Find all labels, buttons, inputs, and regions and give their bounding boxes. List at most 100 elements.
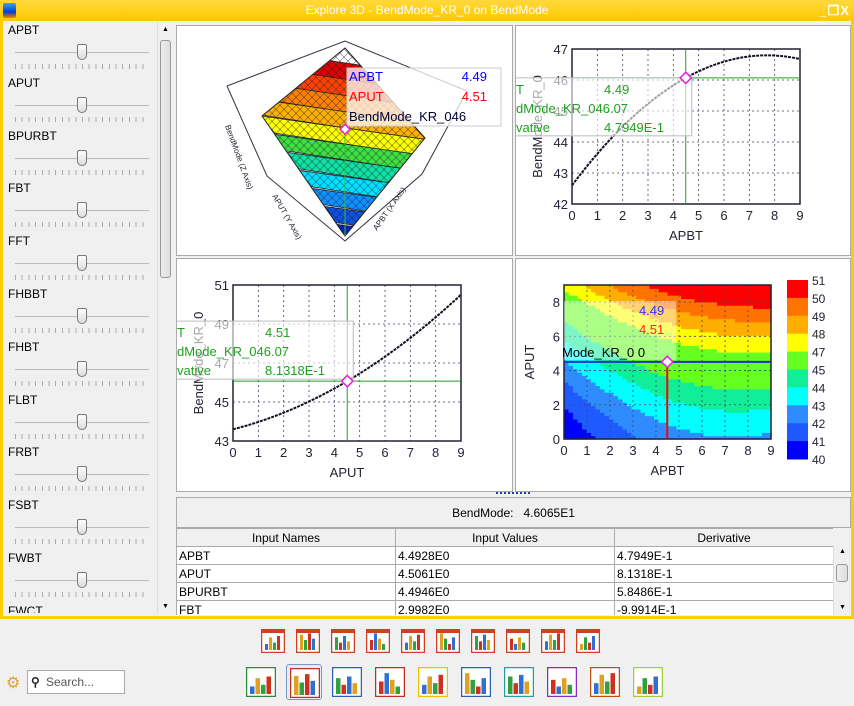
tooltip-name: T: [177, 325, 185, 340]
table-row[interactable]: APBT 4.4928E0 4.7949E-1: [176, 546, 833, 565]
slider-ticks: [15, 380, 149, 386]
band-chart-button[interactable]: [243, 664, 279, 700]
column-chart-button[interactable]: [458, 664, 494, 700]
mesh-line: [449, 26, 514, 257]
cell-input-name[interactable]: APUT: [176, 564, 396, 583]
icon-glyph: [438, 674, 443, 694]
distribution-button[interactable]: [329, 664, 365, 700]
slider-thumb[interactable]: [77, 572, 87, 588]
scatter-line-button[interactable]: [630, 664, 666, 700]
mesh-line: [177, 26, 215, 257]
bubble-cluster-button[interactable]: [501, 664, 537, 700]
icon-header: [331, 629, 355, 633]
boxplot-button[interactable]: [328, 626, 358, 656]
tooltip-value: 4.51: [265, 325, 290, 340]
slider-ticks: [15, 328, 149, 333]
table-scrollbar[interactable]: ▲ ▼: [833, 546, 850, 615]
area-chart-button[interactable]: [415, 664, 451, 700]
mesh-line: [177, 26, 231, 257]
summary-value: 4.6065E1: [523, 506, 575, 520]
icon-glyph: [390, 679, 395, 694]
icon-glyph: [518, 637, 521, 650]
col-derivative[interactable]: Derivative: [614, 528, 833, 547]
minimize-button[interactable]: _: [819, 3, 827, 18]
slider-thumb[interactable]: [77, 413, 87, 430]
search-placeholder: Search...: [46, 675, 95, 689]
aput-line-panel[interactable]: 01234567894345474951APUTBendMode_KR_0T4.…: [174, 258, 513, 492]
scroll-up-icon[interactable]: ▲: [839, 548, 846, 555]
x-tick-label: 9: [767, 443, 774, 458]
slider-thumb[interactable]: [77, 44, 87, 60]
scroll-up-icon[interactable]: ▲: [162, 26, 169, 33]
cell-input-value[interactable]: 4.4928E0: [395, 546, 615, 565]
search-input[interactable]: ⚲ Search...: [27, 670, 125, 694]
mesh-line: [262, 48, 272, 236]
slider-thumb[interactable]: [77, 519, 87, 536]
cell-input-value[interactable]: 4.4946E0: [395, 582, 615, 601]
heatmap-grid-button[interactable]: [258, 626, 288, 656]
slider-scrollbar[interactable]: ▲ ▼: [157, 22, 173, 614]
icon-glyph: [312, 638, 315, 650]
cell-input-value[interactable]: 2.9982E0: [395, 600, 615, 615]
scroll-down-icon[interactable]: ▼: [162, 603, 169, 610]
cell-derivative[interactable]: 8.1318E-1: [614, 564, 833, 583]
funnel-button[interactable]: [372, 664, 408, 700]
restore-button[interactable]: ❐: [828, 3, 841, 18]
x-tick-label: 6: [720, 208, 727, 223]
cell-input-name[interactable]: BPURBT: [176, 582, 396, 601]
network-button[interactable]: [468, 626, 498, 656]
slider-thumb[interactable]: [77, 202, 87, 219]
icon-glyph: [648, 684, 653, 694]
icon-glyph: [605, 681, 610, 694]
bar-3d-button[interactable]: [573, 626, 603, 656]
slider-thumb[interactable]: [77, 255, 87, 272]
bar-scatter-matrix-button[interactable]: [293, 626, 323, 656]
cell-input-name[interactable]: FBT: [176, 600, 396, 615]
cell-input-name[interactable]: APBT: [176, 546, 396, 565]
x-tick-label: 3: [305, 445, 312, 460]
x-tick-label: 5: [695, 208, 702, 223]
cell-derivative[interactable]: 4.7949E-1: [614, 546, 833, 565]
scroll-down-icon[interactable]: ▼: [839, 604, 846, 611]
col-input-names[interactable]: Input Names: [176, 528, 396, 547]
colorbar-swatch: [787, 351, 808, 370]
apbt-line-panel[interactable]: 0123456789424344454647APBTBendMode_KR_0T…: [513, 25, 851, 256]
scrollbar-thumb[interactable]: [836, 564, 848, 582]
boxplot-2-button[interactable]: [433, 626, 463, 656]
parallel-lines-button[interactable]: [398, 626, 428, 656]
slider-thumb[interactable]: [77, 149, 87, 166]
splitter-handle[interactable]: [496, 492, 530, 494]
slider-thumb[interactable]: [77, 96, 87, 113]
slider-thumb[interactable]: [77, 466, 87, 483]
col-input-values[interactable]: Input Values: [395, 528, 615, 547]
table-row[interactable]: APUT 4.5061E0 8.1318E-1: [176, 564, 833, 583]
colorbar-swatch: [787, 315, 808, 335]
bar-chart-button[interactable]: [503, 626, 533, 656]
icon-glyph: [610, 673, 615, 694]
cell-input-value[interactable]: 4.5061E0: [395, 564, 615, 583]
close-button[interactable]: X: [840, 3, 850, 18]
split-arrows-button[interactable]: [587, 664, 623, 700]
surface-button[interactable]: [544, 664, 580, 700]
icon-glyph: [481, 678, 486, 694]
x-tick-label: 7: [721, 443, 728, 458]
icon-glyph: [336, 678, 341, 694]
slider-thumb[interactable]: [77, 308, 87, 324]
icon-glyph: [379, 681, 384, 694]
gear-icon[interactable]: ⚙: [6, 673, 20, 693]
table-row[interactable]: BPURBT 4.4946E0 5.8486E-1: [176, 582, 833, 601]
slider-thumb[interactable]: [77, 360, 87, 377]
cell-derivative[interactable]: -9.9914E-1: [614, 600, 833, 615]
pie-grid-button[interactable]: [538, 626, 568, 656]
table-row[interactable]: FBT 2.9982E0 -9.9914E-1: [176, 600, 833, 615]
surface-3d-panel[interactable]: BendMode (Z Axis) APUT (Y Axis) APBT (X Ax…: [176, 25, 513, 256]
slider-ticks: [15, 275, 149, 281]
cell-derivative[interactable]: 5.8486E-1: [614, 582, 833, 601]
contour-panel[interactable]: 0 1 2 3 4 5 6 7 8 9 0 2 4 6 8 APBT APUT 4.49 4.51 Mode_KR_0…: [515, 258, 851, 492]
y-tick-label: 45: [215, 395, 229, 410]
stacked-bar-button[interactable]: [286, 664, 322, 700]
mesh-line: [473, 26, 514, 257]
multi-boxplot-button[interactable]: [363, 626, 393, 656]
scrollbar-thumb[interactable]: [160, 40, 171, 278]
icon-glyph: [567, 684, 572, 694]
